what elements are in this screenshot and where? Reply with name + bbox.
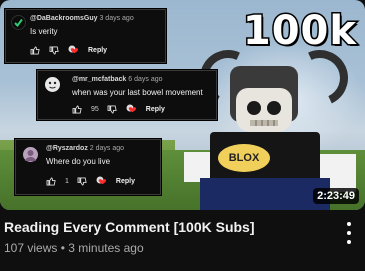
reply-button[interactable]: Reply	[88, 47, 107, 54]
comment-card: @mr_mcfatback 6 days ago when was your l…	[37, 70, 217, 120]
skull-mask	[236, 88, 292, 132]
thumbs-up-icon[interactable]	[46, 176, 57, 186]
comment-author: @mr_mcfatback 6 days ago	[72, 76, 163, 83]
comment-text: Is verity	[30, 27, 58, 36]
like-count: 1	[65, 177, 69, 185]
video-title[interactable]: Reading Every Comment [100K Subs]	[4, 219, 255, 235]
shirt-badge: BLOX	[218, 144, 270, 172]
creator-heart-icon	[68, 45, 80, 55]
more-options-icon[interactable]	[344, 222, 354, 244]
more-dot	[347, 222, 351, 226]
comment-author: @Ryszardoz 2 days ago	[46, 145, 125, 152]
character-legs	[200, 178, 330, 210]
more-dot	[347, 231, 351, 235]
overlay-text: 100k	[241, 7, 357, 56]
commenter-avatar	[23, 147, 38, 162]
video-thumbnail[interactable]: BLOX 100k @DaBackroomsGuy 3 days ago Is …	[0, 0, 365, 210]
user-avatar-icon	[25, 150, 36, 161]
more-dot	[347, 240, 351, 244]
commenter-avatar	[45, 77, 60, 92]
comment-text: Where do you live	[46, 157, 111, 166]
comment-actions: Reply	[30, 45, 107, 55]
face-avatar-icon	[48, 81, 57, 89]
like-count: 95	[91, 105, 99, 113]
thumbs-up-icon[interactable]	[72, 104, 83, 114]
creator-heart-icon	[96, 176, 108, 186]
comment-actions: 95 Reply	[72, 104, 165, 114]
roblox-character: BLOX	[184, 42, 360, 210]
comment-text: when was your last bowel movement	[72, 88, 203, 97]
thumbs-down-icon[interactable]	[107, 104, 118, 114]
video-metadata: 107 views • 3 minutes ago	[4, 241, 144, 255]
comment-card: @Ryszardoz 2 days ago Where do you live …	[15, 139, 161, 195]
creator-heart-icon	[126, 104, 138, 114]
thumbs-up-icon[interactable]	[30, 45, 41, 55]
comment-card: @DaBackroomsGuy 3 days ago Is verity Rep…	[5, 9, 166, 63]
reply-button[interactable]: Reply	[116, 178, 135, 185]
checkmark-logo-icon	[14, 18, 23, 28]
commenter-avatar	[11, 15, 26, 30]
thumbs-down-icon[interactable]	[77, 176, 88, 186]
video-duration-badge: 2:23:49	[313, 188, 359, 204]
comment-author: @DaBackroomsGuy 3 days ago	[30, 15, 134, 22]
thumbs-down-icon[interactable]	[49, 45, 60, 55]
reply-button[interactable]: Reply	[146, 106, 165, 113]
comment-actions: 1 Reply	[46, 176, 135, 186]
